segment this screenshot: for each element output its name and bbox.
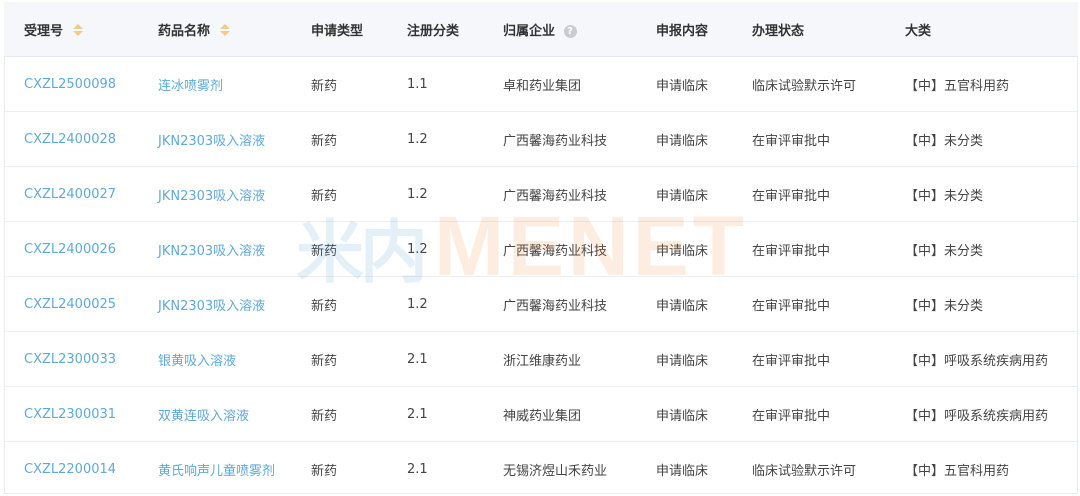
header-label: 申报内容 [656, 23, 709, 39]
header-label: 药品名称 [158, 23, 211, 39]
category-cell: 【中】未分类 [885, 166, 1078, 222]
table-header: 受理号 药品名称 申请类型 注册分类 归属企业 ? 申报内容 办理状态 大类 [4, 2, 1078, 57]
company-cell: 无锡济煜山禾药业 [483, 441, 636, 496]
registration-class-cell: 1.2 [387, 276, 483, 332]
category-cell: 【中】呼吸系统疾病用药 [885, 386, 1078, 442]
page: 受理号 药品名称 申请类型 注册分类 归属企业 ? 申报内容 办理状态 大类 C… [0, 0, 1080, 496]
acceptance-no-link[interactable]: CXZL2400028 [4, 111, 138, 167]
drug-name-link[interactable]: 黄氏响声儿童喷雾剂 [138, 441, 291, 496]
category-cell: 【中】未分类 [885, 111, 1078, 167]
header-row: 受理号 药品名称 申请类型 注册分类 归属企业 ? 申报内容 办理状态 大类 [4, 2, 1078, 57]
registration-class-cell: 1.2 [387, 221, 483, 277]
table-row: CXZL2400026 JKN2303吸入溶液 新药 1.2 广西馨海药业科技 … [4, 221, 1078, 277]
header-label: 注册分类 [407, 23, 460, 39]
acceptance-no-link[interactable]: CXZL2500098 [4, 56, 138, 112]
application-type-cell: 新药 [291, 221, 387, 277]
submission-content-cell: 申请临床 [636, 276, 732, 332]
header-category: 大类 [885, 2, 1078, 57]
submission-content-cell: 申请临床 [636, 56, 732, 112]
acceptance-no-link[interactable]: CXZL2400026 [4, 221, 138, 277]
application-type-cell: 新药 [291, 56, 387, 112]
header-label: 大类 [905, 23, 932, 39]
category-cell: 【中】五官科用药 [885, 441, 1078, 496]
submission-content-cell: 申请临床 [636, 111, 732, 167]
application-type-cell: 新药 [291, 111, 387, 167]
header-status: 办理状态 [732, 2, 885, 57]
acceptance-no-link[interactable]: CXZL2300033 [4, 331, 138, 387]
category-cell: 【中】未分类 [885, 276, 1078, 332]
company-cell: 神威药业集团 [483, 386, 636, 442]
application-type-cell: 新药 [291, 166, 387, 222]
header-label: 申请类型 [311, 23, 364, 39]
registration-class-cell: 1.1 [387, 56, 483, 112]
drug-registration-table: 受理号 药品名称 申请类型 注册分类 归属企业 ? 申报内容 办理状态 大类 C… [4, 2, 1078, 496]
header-label: 受理号 [24, 23, 64, 39]
registration-class-cell: 2.1 [387, 331, 483, 387]
company-cell: 浙江维康药业 [483, 331, 636, 387]
status-cell: 临床试验默示许可 [732, 441, 885, 496]
status-cell: 在审评审批中 [732, 221, 885, 277]
submission-content-cell: 申请临床 [636, 221, 732, 277]
category-cell: 【中】未分类 [885, 221, 1078, 277]
status-cell: 在审评审批中 [732, 331, 885, 387]
company-cell: 卓和药业集团 [483, 56, 636, 112]
company-cell: 广西馨海药业科技 [483, 166, 636, 222]
company-cell: 广西馨海药业科技 [483, 111, 636, 167]
drug-name-link[interactable]: JKN2303吸入溶液 [138, 221, 291, 277]
drug-name-link[interactable]: 银黄吸入溶液 [138, 331, 291, 387]
status-cell: 在审评审批中 [732, 166, 885, 222]
header-registration-class: 注册分类 [387, 2, 483, 57]
header-company: 归属企业 ? [483, 2, 636, 57]
drug-name-link[interactable]: JKN2303吸入溶液 [138, 111, 291, 167]
acceptance-no-link[interactable]: CXZL2200014 [4, 441, 138, 496]
submission-content-cell: 申请临床 [636, 331, 732, 387]
submission-content-cell: 申请临床 [636, 441, 732, 496]
registration-class-cell: 1.2 [387, 166, 483, 222]
acceptance-no-link[interactable]: CXZL2300031 [4, 386, 138, 442]
registration-class-cell: 2.1 [387, 386, 483, 442]
acceptance-no-link[interactable]: CXZL2400025 [4, 276, 138, 332]
header-submission-content: 申报内容 [636, 2, 732, 57]
status-cell: 临床试验默示许可 [732, 56, 885, 112]
table-row: CXZL2400027 JKN2303吸入溶液 新药 1.2 广西馨海药业科技 … [4, 166, 1078, 222]
category-cell: 【中】五官科用药 [885, 56, 1078, 112]
table-row: CXZL2200014 黄氏响声儿童喷雾剂 新药 2.1 无锡济煜山禾药业 申请… [4, 441, 1078, 496]
submission-content-cell: 申请临床 [636, 166, 732, 222]
drug-name-link[interactable]: JKN2303吸入溶液 [138, 166, 291, 222]
table-row: CXZL2400028 JKN2303吸入溶液 新药 1.2 广西馨海药业科技 … [4, 111, 1078, 167]
company-cell: 广西馨海药业科技 [483, 276, 636, 332]
header-application-type: 申请类型 [291, 2, 387, 57]
question-mark-icon[interactable]: ? [563, 24, 577, 38]
registration-class-cell: 1.2 [387, 111, 483, 167]
acceptance-no-link[interactable]: CXZL2400027 [4, 166, 138, 222]
application-type-cell: 新药 [291, 386, 387, 442]
table-body: CXZL2500098 连冰喷雾剂 新药 1.1 卓和药业集团 申请临床 临床试… [4, 56, 1078, 496]
status-cell: 在审评审批中 [732, 386, 885, 442]
header-label: 办理状态 [752, 23, 805, 39]
table-row: CXZL2500098 连冰喷雾剂 新药 1.1 卓和药业集团 申请临床 临床试… [4, 56, 1078, 112]
table-row: CXZL2300031 双黄连吸入溶液 新药 2.1 神威药业集团 申请临床 在… [4, 386, 1078, 442]
application-type-cell: 新药 [291, 331, 387, 387]
header-drug-name[interactable]: 药品名称 [138, 2, 291, 57]
sort-icon[interactable] [72, 23, 83, 37]
company-cell: 广西馨海药业科技 [483, 221, 636, 277]
drug-name-link[interactable]: 双黄连吸入溶液 [138, 386, 291, 442]
application-type-cell: 新药 [291, 276, 387, 332]
table-row: CXZL2300033 银黄吸入溶液 新药 2.1 浙江维康药业 申请临床 在审… [4, 331, 1078, 387]
category-cell: 【中】呼吸系统疾病用药 [885, 331, 1078, 387]
sort-icon[interactable] [219, 23, 230, 37]
header-label: 归属企业 [503, 23, 556, 39]
drug-name-link[interactable]: JKN2303吸入溶液 [138, 276, 291, 332]
table-row: CXZL2400025 JKN2303吸入溶液 新药 1.2 广西馨海药业科技 … [4, 276, 1078, 332]
status-cell: 在审评审批中 [732, 276, 885, 332]
registration-class-cell: 2.1 [387, 441, 483, 496]
application-type-cell: 新药 [291, 441, 387, 496]
submission-content-cell: 申请临床 [636, 386, 732, 442]
status-cell: 在审评审批中 [732, 111, 885, 167]
header-acceptance-no[interactable]: 受理号 [4, 2, 138, 57]
drug-name-link[interactable]: 连冰喷雾剂 [138, 56, 291, 112]
